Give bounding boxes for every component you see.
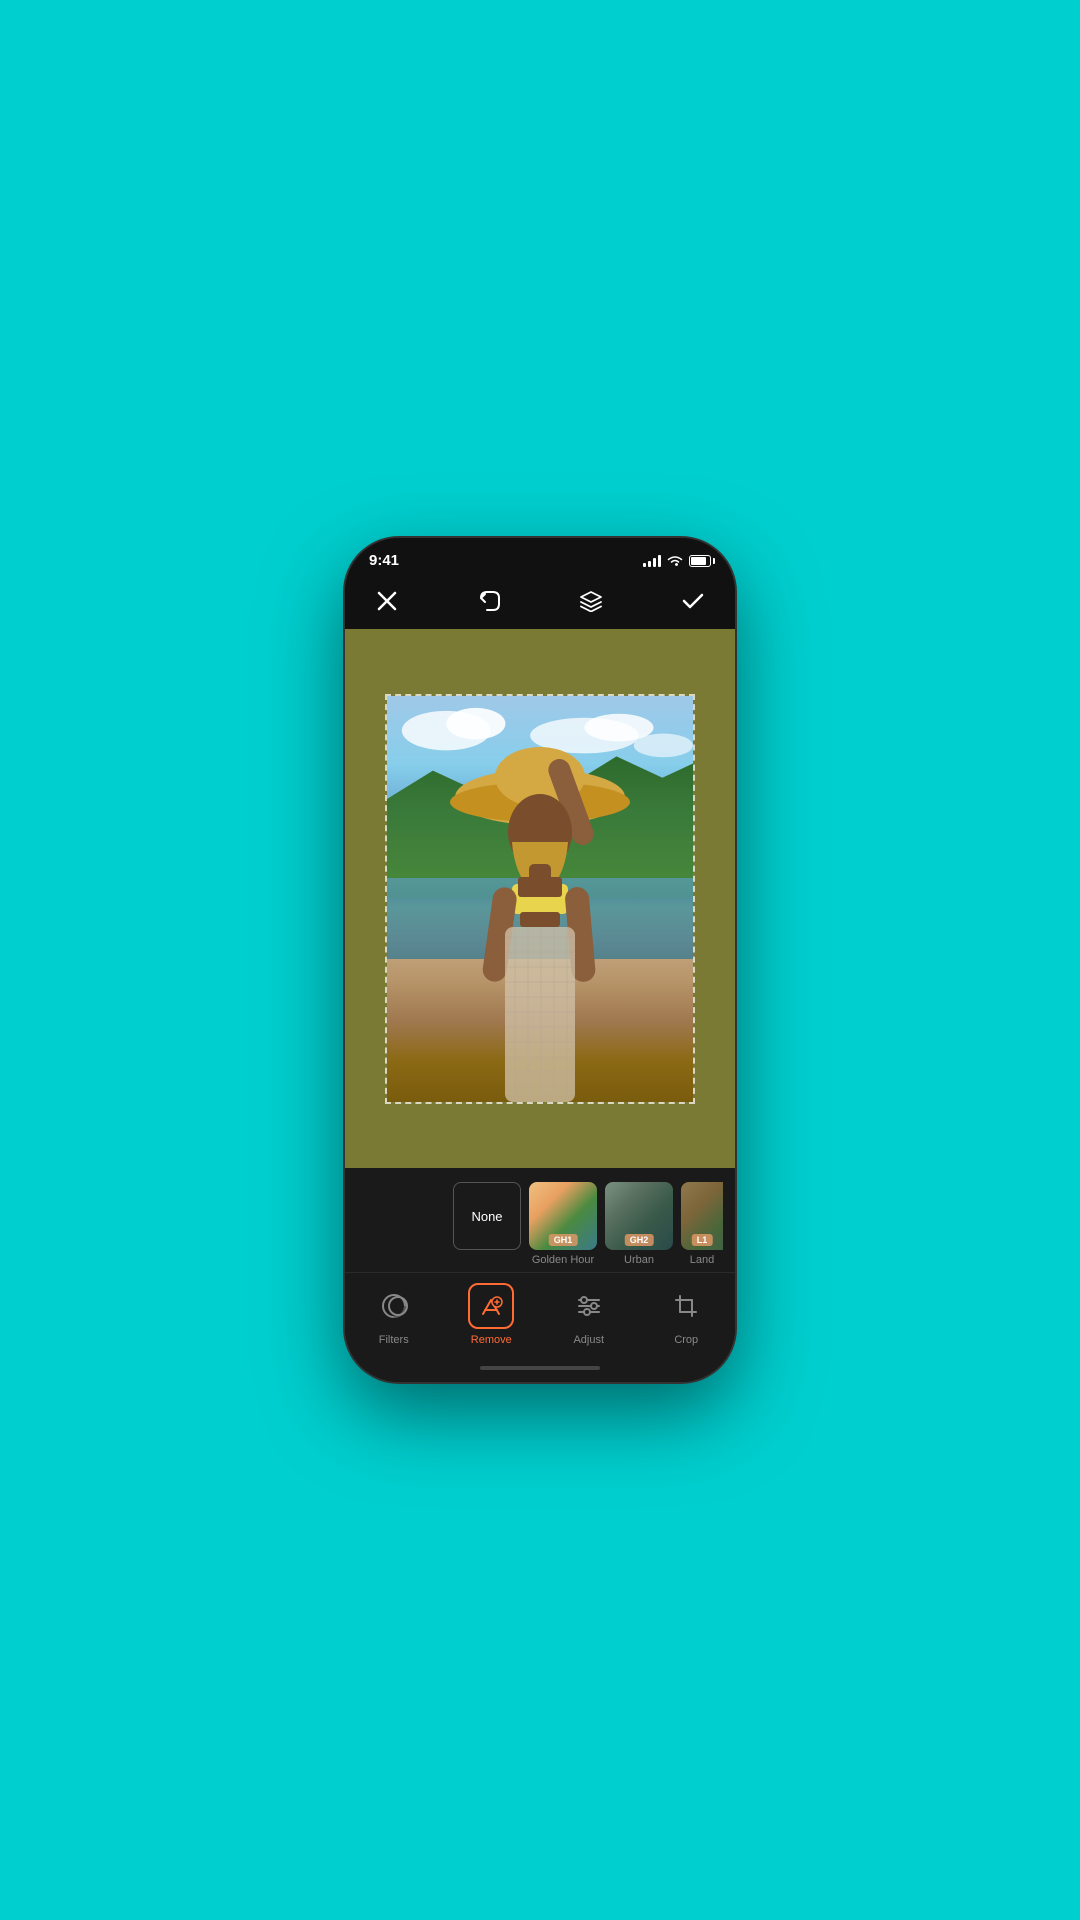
filters-icon-wrap <box>371 1283 417 1329</box>
status-bar: 9:41 <box>345 538 735 575</box>
crop-icon-wrap <box>663 1283 709 1329</box>
filter-label-row: Golden Hour Urban Land <box>345 1254 735 1272</box>
crop-icon <box>672 1292 700 1320</box>
home-indicator <box>345 1354 735 1382</box>
signal-icon <box>643 555 661 567</box>
tool-remove[interactable]: Remove <box>455 1283 527 1346</box>
tool-filters[interactable]: Filters <box>358 1283 430 1346</box>
filter-gh2-label: Urban <box>605 1254 673 1266</box>
adjust-icon <box>575 1292 603 1320</box>
tool-crop[interactable]: Crop <box>650 1283 722 1346</box>
crop-label: Crop <box>674 1334 698 1346</box>
filter-gh1-badge: GH1 <box>549 1234 578 1246</box>
adjust-label: Adjust <box>573 1334 604 1346</box>
confirm-button[interactable] <box>675 583 711 619</box>
remove-icon <box>477 1292 505 1320</box>
filter-gh2-thumb: GH2 <box>605 1182 673 1250</box>
adjust-icon-wrap <box>566 1283 612 1329</box>
filters-icon <box>380 1292 408 1320</box>
tool-adjust[interactable]: Adjust <box>553 1283 625 1346</box>
remove-icon-wrap <box>468 1283 514 1329</box>
home-bar <box>480 1366 600 1370</box>
filter-land-thumb: L1 <box>681 1182 723 1250</box>
canvas-area[interactable] <box>345 629 735 1168</box>
filter-gh2-badge: GH2 <box>625 1234 654 1246</box>
filter-land-label: Land <box>681 1254 723 1266</box>
photo-image <box>387 696 693 1102</box>
close-button[interactable] <box>369 583 405 619</box>
filter-none-thumb: None <box>453 1182 521 1250</box>
photo-container[interactable] <box>385 694 695 1104</box>
filter-gh2[interactable]: GH2 <box>605 1182 673 1250</box>
status-icons <box>643 555 711 567</box>
filters-label: Filters <box>379 1334 409 1346</box>
filter-row: None GH1 GH2 L1 <box>345 1168 735 1254</box>
filter-land-badge: L1 <box>692 1234 713 1246</box>
filter-none-label: None <box>471 1209 502 1224</box>
layers-button[interactable] <box>573 583 609 619</box>
remove-label: Remove <box>471 1334 512 1346</box>
filter-gh1-label: Golden Hour <box>529 1254 597 1266</box>
phone-frame: 9:41 <box>345 538 735 1382</box>
wifi-icon <box>667 555 683 567</box>
time: 9:41 <box>369 552 399 569</box>
battery-icon <box>689 555 711 567</box>
undo-button[interactable] <box>471 583 507 619</box>
filter-gh1-thumb: GH1 <box>529 1182 597 1250</box>
filter-gh1[interactable]: GH1 <box>529 1182 597 1250</box>
filter-land[interactable]: L1 <box>681 1182 723 1250</box>
bottom-panel: None GH1 GH2 L1 <box>345 1168 735 1382</box>
bottom-toolbar: Filters Remove <box>345 1272 735 1354</box>
filter-none[interactable]: None <box>453 1182 521 1250</box>
top-toolbar <box>345 575 735 629</box>
filter-none-label-text <box>453 1254 521 1266</box>
